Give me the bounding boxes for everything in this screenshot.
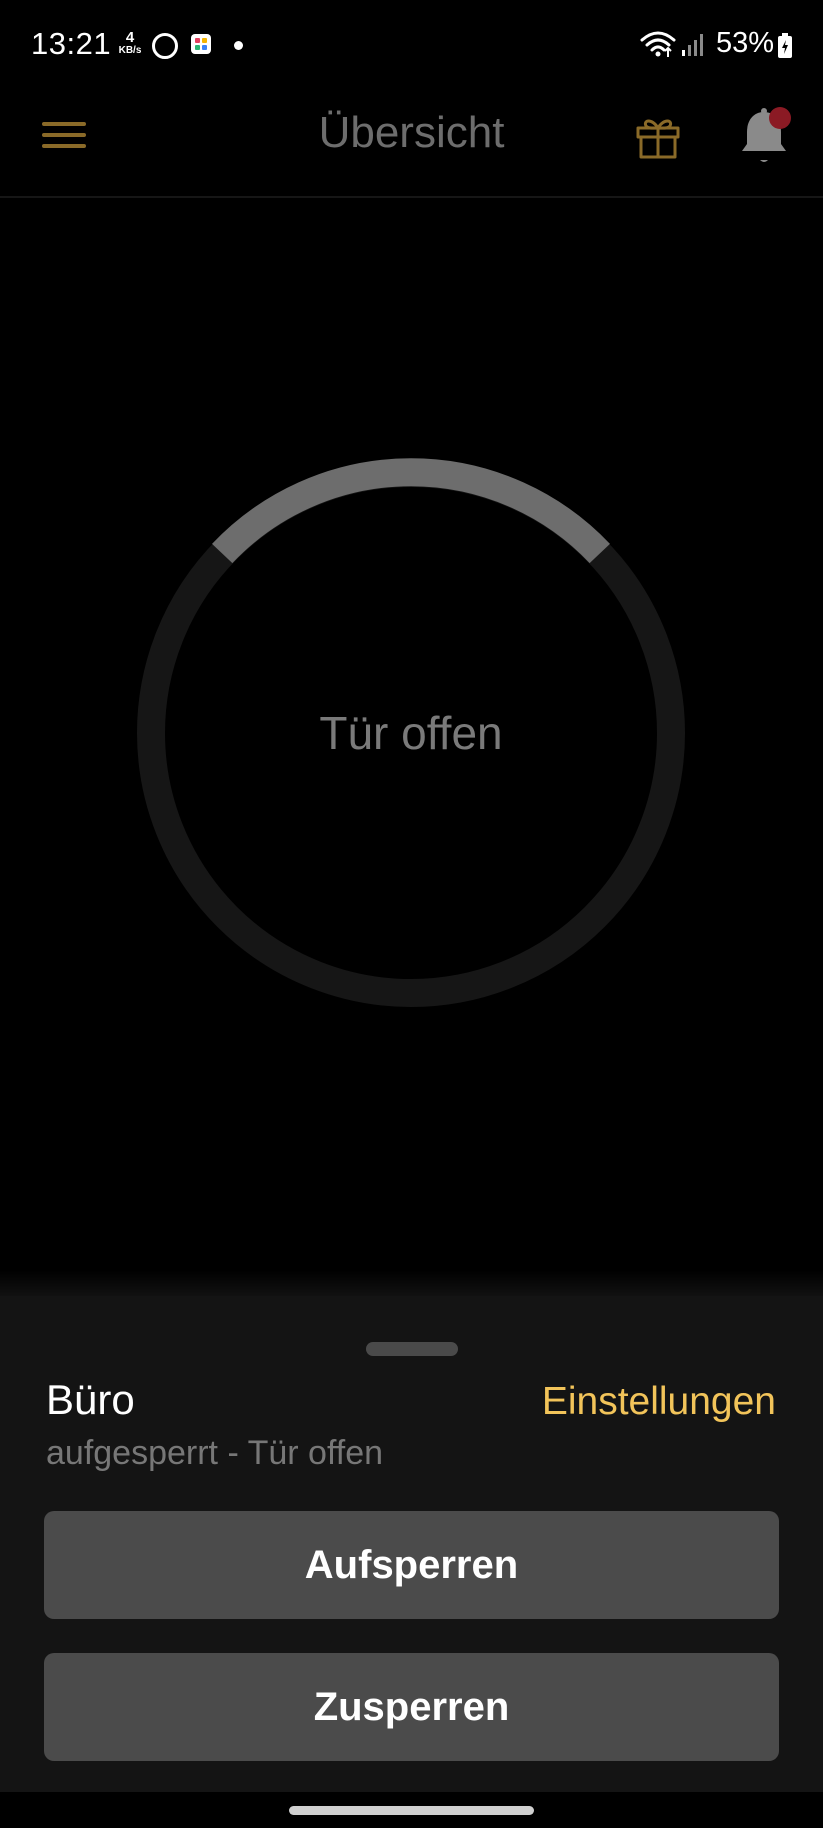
battery-percentage: 53% (716, 27, 775, 59)
device-status: aufgesperrt - Tür offen (46, 1434, 384, 1472)
cell-signal-icon (682, 34, 703, 56)
notification-badge (769, 107, 791, 129)
notification-bell-icon[interactable] (734, 104, 794, 164)
wifi-icon (640, 31, 676, 57)
status-time: 13:21 (31, 26, 112, 61)
app-notification-icon (191, 34, 211, 54)
network-speed: 4 KB/s (115, 30, 145, 56)
lock-status-indicator: Tür offen (136, 458, 686, 1008)
settings-link[interactable]: Einstellungen (542, 1380, 776, 1424)
home-indicator[interactable] (289, 1806, 534, 1815)
lock-status-label: Tür offen (319, 707, 503, 759)
device-name: Büro (46, 1376, 135, 1423)
app-bar: Übersicht (0, 92, 823, 198)
lock-button[interactable]: Zusperren (44, 1653, 779, 1761)
battery-charging-icon (778, 33, 792, 58)
network-speed-value: 4 (125, 29, 135, 46)
status-bar: 13:21 4 KB/s 53% (0, 0, 823, 92)
page-title: Übersicht (318, 108, 505, 157)
dot-icon (234, 41, 243, 50)
bottom-sheet: Büro Einstellungen aufgesperrt - Tür off… (0, 1296, 823, 1792)
status-ring-progress (212, 458, 610, 564)
circle-notification-icon (152, 33, 178, 59)
gift-icon[interactable] (632, 110, 684, 162)
unlock-button[interactable]: Aufsperren (44, 1511, 779, 1619)
network-speed-unit: KB/s (118, 45, 142, 56)
drag-handle[interactable] (366, 1342, 458, 1356)
